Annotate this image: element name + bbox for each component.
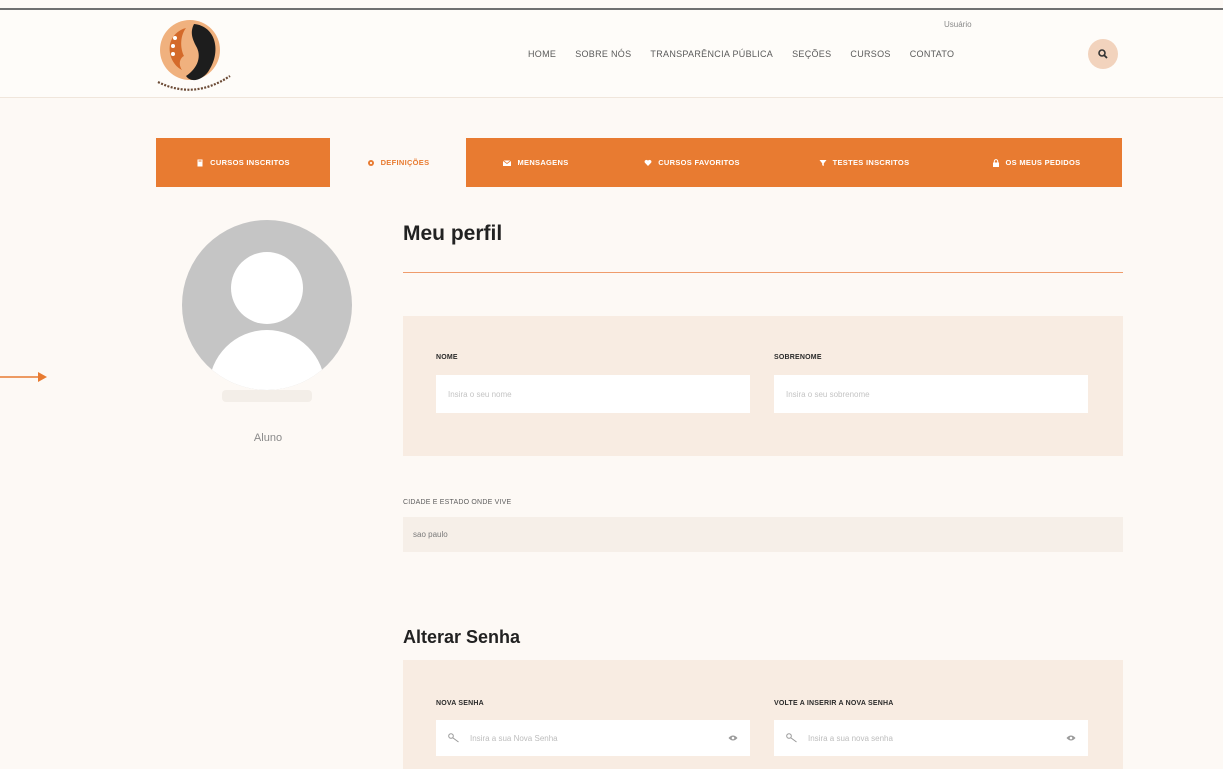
nav-home[interactable]: HOME [528,49,556,59]
tab-label: MENSAGENS [517,158,569,167]
name-section: NOME SOBRENOME [403,316,1123,456]
avatar-head [231,252,303,324]
avatar[interactable] [182,220,352,390]
page-title: Meu perfil [403,222,503,245]
nav-transparency[interactable]: TRANSPARÊNCIA PÚBLICA [650,49,773,59]
tab-enrolled-tests[interactable]: TESTES INSCRITOS [778,138,950,187]
tab-messages[interactable]: MENSAGENS [466,138,606,187]
arrow-right-icon [0,372,47,382]
tab-enrolled-courses[interactable]: CURSOS INSCRITOS [156,138,330,187]
confirm-password-label: VOLTE A INSERIR A NOVA SENHA [774,700,894,707]
gear-icon [367,159,375,167]
nav-contact[interactable]: CONTATO [910,49,955,59]
last-name-label: SOBRENOME [774,354,822,361]
nav-sections[interactable]: SEÇÕES [792,49,831,59]
first-name-input[interactable] [436,375,750,413]
user-role: Aluno [253,432,283,444]
last-name-input[interactable] [774,375,1088,413]
search-icon [1098,49,1108,59]
new-password-label: NOVA SENHA [436,700,484,707]
password-section: NOVA SENHA Insira a sua Nova Senha VOLTE… [403,660,1123,769]
tab-label: DEFINIÇÕES [380,158,430,167]
site-header: Usuário HOME SOBRE NÓS TRANSPARÊNCIA PÚB… [0,10,1223,98]
first-name-label: NOME [436,354,458,361]
funnel-icon [819,159,827,167]
tab-label: CURSOS FAVORITOS [658,158,740,167]
envelope-icon [503,159,512,167]
key-icon [448,733,459,743]
tab-settings[interactable]: DEFINIÇÕES [330,138,466,187]
search-button[interactable] [1088,39,1118,69]
eye-icon[interactable] [728,734,738,742]
user-name-blurred [222,390,312,402]
new-password-placeholder: Insira a sua Nova Senha [470,733,558,743]
avatar-body [209,330,325,390]
user-label[interactable]: Usuário [944,20,972,29]
main-nav: HOME SOBRE NÓS TRANSPARÊNCIA PÚBLICA SEÇ… [528,49,973,59]
tab-favorite-courses[interactable]: CURSOS FAVORITOS [606,138,778,187]
nav-courses[interactable]: CURSOS [850,49,890,59]
profile-tabs: CURSOS INSCRITOS DEFINIÇÕES MENSAGENS CU… [156,138,1122,187]
key-icon [786,733,797,743]
tab-label: OS MEUS PEDIDOS [1005,158,1081,167]
confirm-password-input[interactable]: Insira a sua nova senha [774,720,1088,756]
city-input[interactable] [403,517,1123,552]
heart-icon [644,159,652,167]
site-logo[interactable] [150,16,242,100]
book-icon [196,159,204,167]
nav-about[interactable]: SOBRE NÓS [575,49,631,59]
title-divider [403,272,1123,273]
tab-label: TESTES INSCRITOS [832,158,910,167]
eye-icon[interactable] [1066,734,1076,742]
tab-my-orders[interactable]: OS MEUS PEDIDOS [950,138,1122,187]
confirm-password-placeholder: Insira a sua nova senha [808,733,893,743]
lock-icon [992,158,1000,167]
change-password-title: Alterar Senha [403,627,521,647]
new-password-input[interactable]: Insira a sua Nova Senha [436,720,750,756]
city-label: CIDADE E ESTADO ONDE VIVE [403,499,512,506]
tab-label: CURSOS INSCRITOS [210,158,290,167]
